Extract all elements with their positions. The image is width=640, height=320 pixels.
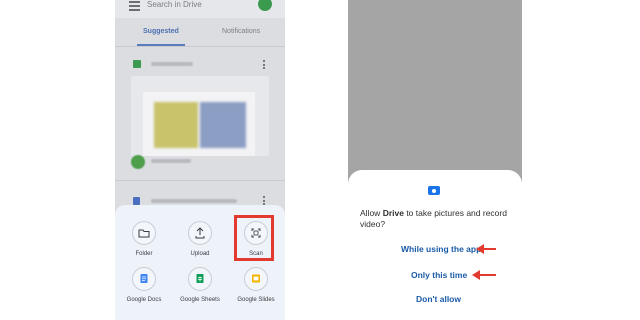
google-slides-label: Google Slides [237,297,275,303]
preview-content-yellow [154,102,198,148]
divider [115,46,285,47]
upload-icon [188,221,212,245]
upload-label: Upload [190,251,210,257]
avatar[interactable] [258,0,272,11]
google-docs-label: Google Docs [126,297,162,303]
divider [115,180,285,181]
sheets-file-icon [133,60,141,68]
left-phone-screen: Search in Drive Suggested Notifications … [115,0,285,320]
right-phone-screen: Allow Drive to take pictures and record … [348,0,522,320]
folder-icon [132,221,156,245]
new-folder-button[interactable]: Folder [116,221,172,257]
arrow-annotation [476,244,496,254]
tab-notifications[interactable]: Notifications [222,28,260,35]
app-name: Drive [382,208,404,218]
search-input[interactable]: Search in Drive [147,0,202,9]
google-docs-icon [132,267,156,291]
camera-icon [428,186,440,195]
dont-allow-button[interactable]: Don't allow [416,294,461,304]
file-name-blurred [151,62,193,66]
scan-highlight-box [234,215,274,261]
file-name-blurred [151,199,237,203]
camera-permission-dialog: Allow Drive to take pictures and record … [348,170,522,320]
tab-bar: Suggested Notifications [115,20,285,46]
google-sheets-icon [188,267,212,291]
new-google-docs-button[interactable]: Google Docs [116,267,172,303]
docs-file-icon [133,197,140,205]
search-bar[interactable]: Search in Drive [115,0,285,18]
new-google-sheets-button[interactable]: Google Sheets [172,267,228,303]
google-slides-icon [244,267,268,291]
only-this-time-button[interactable]: Only this time [411,270,467,280]
owner-avatar [131,155,145,169]
google-sheets-label: Google Sheets [180,297,220,303]
arrow-annotation [472,270,496,280]
preview-content-blue [200,102,246,148]
more-options-icon[interactable] [263,60,265,71]
menu-icon[interactable] [129,1,140,11]
owner-info-blurred [151,159,191,163]
upload-button[interactable]: Upload [172,221,228,257]
new-google-slides-button[interactable]: Google Slides [228,267,284,303]
while-using-app-button[interactable]: While using the app [401,244,481,254]
new-folder-label: Folder [135,251,153,257]
permission-message: Allow Drive to take pictures and record … [360,208,507,229]
tab-suggested[interactable]: Suggested [143,28,179,35]
